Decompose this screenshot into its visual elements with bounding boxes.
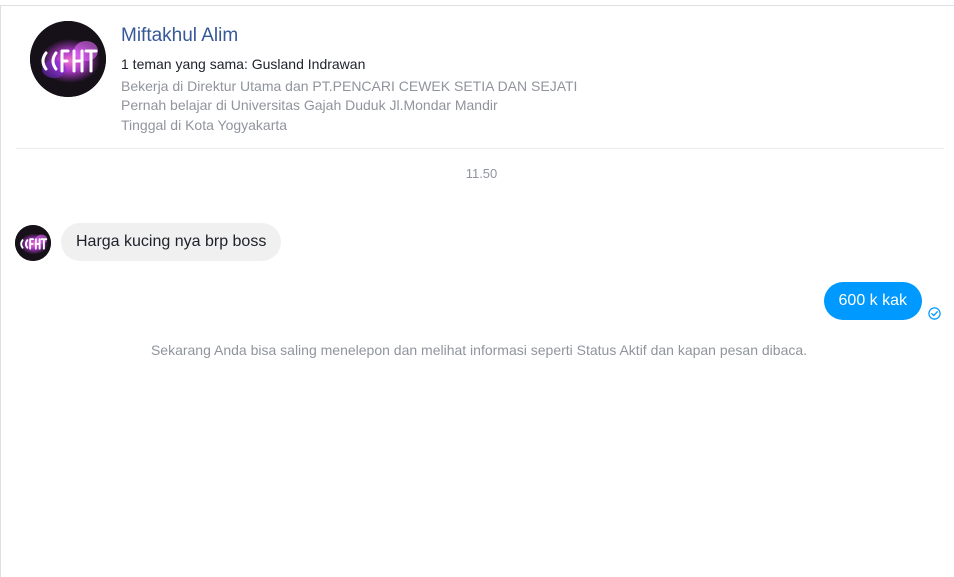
- check-circle-icon: [928, 307, 941, 320]
- outgoing-message[interactable]: 600 k kak: [823, 282, 922, 320]
- messenger-conversation: Miftakhul Alim 1 teman yang sama: Guslan…: [0, 0, 954, 577]
- incoming-message[interactable]: Harga kucing nya brp boss: [61, 223, 282, 261]
- mutual-friends: 1 teman yang sama: Gusland Indrawan: [121, 56, 366, 72]
- profile-name[interactable]: Miftakhul Alim: [121, 25, 238, 47]
- profile-education: Pernah belajar di Universitas Gajah Dudu…: [121, 97, 498, 113]
- left-border: [0, 5, 1, 577]
- sender-avatar[interactable]: [15, 225, 51, 261]
- profile-avatar[interactable]: [30, 21, 106, 97]
- top-border: [0, 5, 954, 6]
- avatar-neon-logo-icon: [30, 21, 106, 97]
- profile-divider: [16, 148, 944, 149]
- conversation-notice: Sekarang Anda bisa saling menelepon dan …: [150, 342, 808, 358]
- avatar-neon-logo-icon: [15, 225, 51, 261]
- profile-work: Bekerja di Direktur Utama dan PT.PENCARI…: [121, 78, 578, 94]
- message-timestamp: 11.50: [465, 166, 498, 181]
- profile-location: Tinggal di Kota Yogyakarta: [121, 117, 288, 133]
